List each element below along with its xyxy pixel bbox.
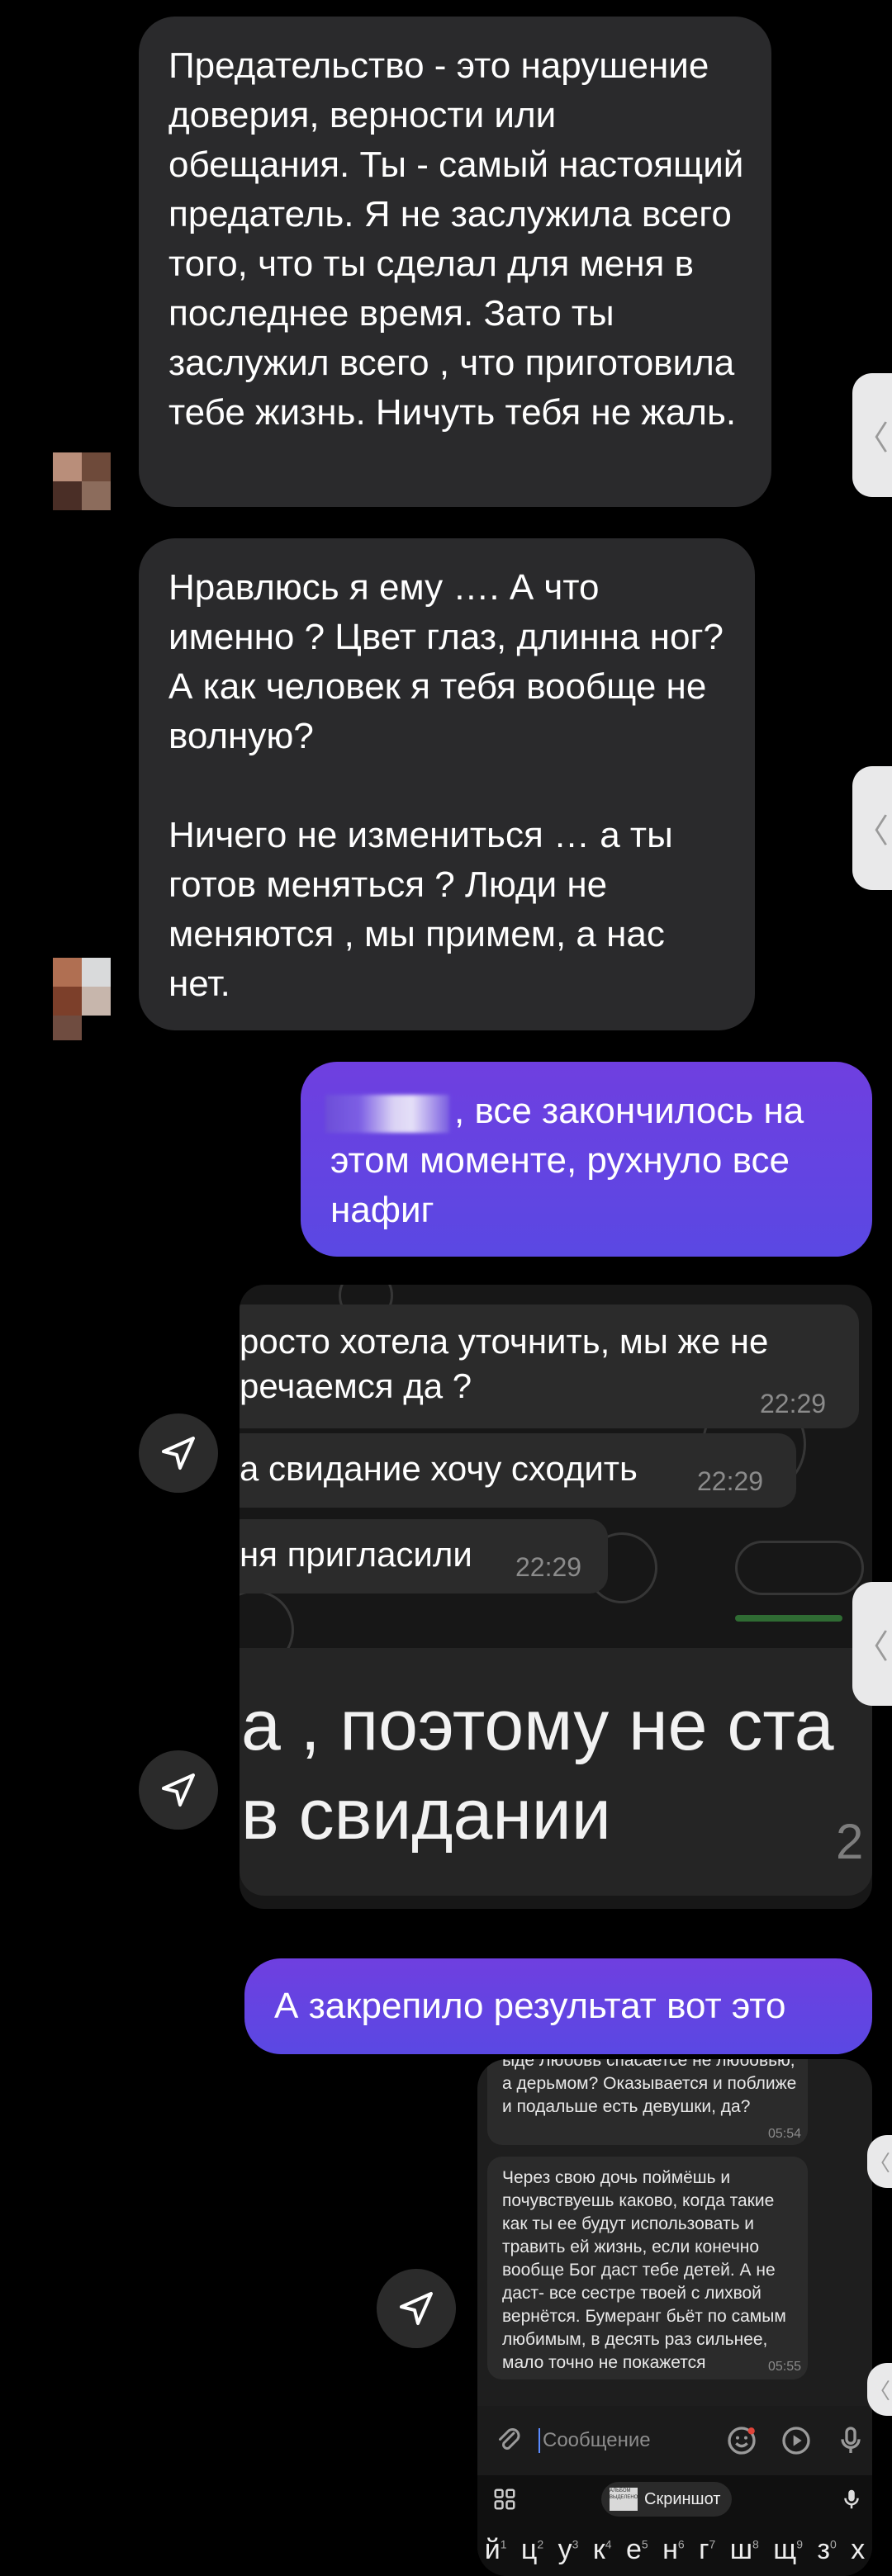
- shared-screenshot[interactable]: а , поэтому не ста в свидании 2: [240, 1648, 872, 1909]
- avatar[interactable]: [53, 958, 111, 1040]
- keyboard-row: й1 ц2 у3 к4 е5 н6 г7 ш8 щ9 з0 х: [477, 2523, 872, 2576]
- screenshot-message: Через свою дочь поймёшь и почувствуешь к…: [487, 2157, 808, 2379]
- screenshot-message: росто хотела уточнить, мы же не речаемся…: [240, 1305, 859, 1428]
- message-text: Предательство - это нарушение доверия, в…: [168, 45, 754, 433]
- apps-grid-icon[interactable]: [492, 2487, 517, 2512]
- keyboard-key[interactable]: з0: [817, 2534, 836, 2566]
- message-input-bar: Сообщение: [477, 2406, 872, 2475]
- share-button[interactable]: [377, 2269, 456, 2348]
- message-time: 22:29: [515, 1552, 582, 1582]
- message-time: 05:55: [768, 2360, 802, 2374]
- screenshot-message-text: росто хотела уточнить, мы же не речаемся…: [240, 1322, 769, 1405]
- outgoing-message[interactable]: А закрепило результат вот это: [244, 1958, 872, 2054]
- screenshot-message-text: ня пригласили: [240, 1535, 472, 1574]
- shared-screenshot[interactable]: росто хотела уточнить, мы же не речаемся…: [240, 1285, 872, 1648]
- keyboard-key-hint: 4: [605, 2537, 612, 2551]
- microphone-icon[interactable]: [839, 2487, 864, 2512]
- share-button[interactable]: [139, 1750, 218, 1830]
- message-time: 05:54: [768, 2127, 802, 2141]
- keyboard-key-hint: 7: [709, 2537, 716, 2551]
- edge-panel-handle[interactable]: 〈: [852, 373, 892, 497]
- screenshot-message-text: Через свою дочь поймёшь и почувствуешь к…: [502, 2168, 786, 2372]
- suggestion-chip-label: Скриншот: [644, 2489, 721, 2508]
- share-button[interactable]: [139, 1413, 218, 1493]
- send-arrow-icon: [162, 1773, 195, 1807]
- keyboard-key[interactable]: г7: [699, 2534, 715, 2566]
- chevron-left-icon: 〈: [868, 2150, 890, 2176]
- message-time: 2: [836, 1814, 864, 1869]
- send-arrow-icon: [162, 1437, 195, 1470]
- chevron-left-icon: 〈: [868, 2378, 890, 2403]
- edge-panel-handle[interactable]: 〈: [852, 1582, 892, 1706]
- paperclip-icon[interactable]: [494, 2426, 524, 2455]
- screenshot-message: ыдё Любовь спасаетсе не любовью, а дерьм…: [487, 2059, 808, 2145]
- message-time: 22:29: [697, 1466, 764, 1496]
- keyboard-key[interactable]: х: [851, 2534, 865, 2566]
- keyboard-suggestion-bar: АЛЬБОМ ВЫДЕЛЕНО Скриншот: [477, 2475, 872, 2523]
- message-text: , все закончилось на этом моменте, рухну…: [330, 1091, 814, 1230]
- screenshot-message: а свидание хочу сходить 22:29: [240, 1433, 796, 1508]
- microphone-icon[interactable]: [834, 2424, 867, 2457]
- chevron-left-icon: 〈: [856, 420, 889, 457]
- play-icon[interactable]: [780, 2424, 813, 2457]
- incoming-message[interactable]: Предательство - это нарушение доверия, в…: [139, 17, 771, 507]
- screenshot-message-text: а , поэтому не ста в свидании: [241, 1686, 834, 1854]
- chevron-left-icon: 〈: [856, 813, 889, 850]
- emoji-icon[interactable]: [725, 2424, 758, 2457]
- message-input[interactable]: Сообщение: [539, 2422, 704, 2459]
- keyboard-key[interactable]: н6: [662, 2534, 685, 2566]
- keyboard-key[interactable]: е5: [626, 2534, 648, 2566]
- screenshot-message-text: а свидание хочу сходить: [240, 1449, 638, 1488]
- avatar[interactable]: [53, 452, 111, 510]
- keyboard-key-hint: 3: [572, 2537, 579, 2551]
- keyboard-key[interactable]: й1: [485, 2534, 507, 2566]
- incoming-message[interactable]: Нравлюсь я ему …. А что именно ? Цвет гл…: [139, 538, 755, 1030]
- edge-panel-handle[interactable]: 〈: [867, 2363, 892, 2416]
- edge-panel-handle[interactable]: 〈: [852, 766, 892, 890]
- chevron-left-icon: 〈: [856, 1629, 889, 1665]
- keyboard-key[interactable]: ц2: [521, 2534, 543, 2566]
- keyboard-key[interactable]: щ9: [773, 2534, 803, 2566]
- keyboard-key-hint: 1: [500, 2537, 507, 2551]
- keyboard-key-hint: 2: [537, 2537, 544, 2551]
- suggestion-thumbnail: АЛЬБОМ ВЫДЕЛЕНО: [610, 2488, 638, 2511]
- keyboard-key-hint: 0: [830, 2537, 837, 2551]
- screenshot-suggestion-chip[interactable]: АЛЬБОМ ВЫДЕЛЕНО Скриншот: [601, 2482, 732, 2517]
- message-time: 22:29: [760, 1389, 827, 1418]
- keyboard-key-hint: 5: [641, 2537, 648, 2551]
- shared-screenshot[interactable]: ыдё Любовь спасаетсе не любовью, а дерьм…: [477, 2059, 872, 2576]
- message-text: Нравлюсь я ему …. А что именно ? Цвет гл…: [168, 567, 724, 1004]
- outgoing-message[interactable]: , все закончилось на этом моменте, рухну…: [301, 1062, 872, 1257]
- keyboard-key-hint: 8: [752, 2537, 759, 2551]
- edge-panel-handle[interactable]: 〈: [867, 2135, 892, 2188]
- screenshot-message-text: ыдё Любовь спасаетсе не любовью, а дерьм…: [502, 2059, 797, 2116]
- keyboard-key[interactable]: ш8: [730, 2534, 759, 2566]
- keyboard-key-hint: 6: [677, 2537, 685, 2551]
- message-input-placeholder: Сообщение: [543, 2429, 651, 2451]
- message-text: А закрепило результат вот это: [274, 1986, 786, 2026]
- keyboard-key-hint: 9: [796, 2537, 803, 2551]
- keyboard-key[interactable]: у3: [558, 2534, 579, 2566]
- keyboard-key[interactable]: к4: [593, 2534, 612, 2566]
- send-arrow-icon: [400, 2292, 433, 2325]
- screenshot-message: ня пригласили 22:29: [240, 1519, 608, 1593]
